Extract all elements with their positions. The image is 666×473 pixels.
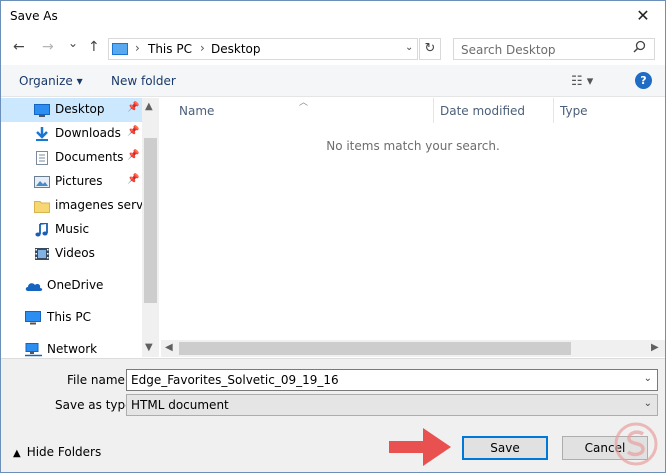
pin-icon: 📌 [127, 174, 140, 185]
scroll-down-icon[interactable]: ▼ [145, 342, 153, 353]
sidebar-item-label: OneDrive [47, 278, 104, 292]
network-icon [25, 343, 42, 357]
pin-icon: 📌 [127, 102, 140, 113]
scrollbar-thumb[interactable] [179, 342, 571, 355]
save-as-type-label: Save as type: [55, 398, 137, 412]
search-input[interactable]: Search Desktop [453, 38, 655, 60]
title-bar: Save As ✕ [1, 1, 665, 32]
hide-folders-button[interactable]: ▲ Hide Folders [13, 445, 101, 459]
window-title: Save As [10, 9, 58, 23]
sidebar-item-documents[interactable]: Documents 📌 [1, 146, 142, 170]
address-dropdown-icon[interactable]: ⌄ [405, 42, 413, 53]
file-name-label: File name: [67, 373, 129, 387]
address-bar[interactable]: › This PC › Desktop ⌄ [108, 38, 418, 60]
new-folder-button[interactable]: New folder [111, 74, 176, 88]
organize-button[interactable]: Organize ▾ [19, 74, 83, 88]
breadcrumb-desktop[interactable]: Desktop [211, 42, 261, 56]
breadcrumb-separator-icon: › [200, 41, 205, 55]
desktop-icon [34, 103, 50, 117]
save-as-type-value: HTML document [131, 398, 229, 412]
file-list-scrollbar[interactable]: ◀ ▶ [161, 340, 665, 357]
watermark-logo [614, 422, 658, 466]
refresh-icon: ↻ [424, 41, 436, 56]
sidebar-scrollbar[interactable]: ▲ ▼ [142, 98, 159, 357]
this-pc-icon [25, 311, 41, 325]
sidebar-item-label: Network [47, 342, 98, 356]
file-name-field[interactable]: Edge_Favorites_Solvetic_09_19_16 ⌄ [126, 369, 658, 391]
pictures-icon [34, 175, 50, 189]
column-header-label: Date modified [440, 104, 526, 118]
documents-icon [34, 151, 50, 165]
sidebar-item-pictures[interactable]: Pictures 📌 [1, 170, 142, 194]
column-header-label: Name [179, 104, 215, 118]
videos-icon [34, 247, 50, 261]
pin-icon: 📌 [127, 126, 140, 137]
sidebar-item-label: Pictures [55, 174, 103, 188]
recent-locations-chevron-icon[interactable]: ⌄ [68, 36, 78, 50]
sidebar-item-label: Videos [55, 246, 95, 260]
save-button[interactable]: Save [462, 436, 548, 460]
command-bar: Organize ▾ New folder ☷ ▾ ? [1, 65, 665, 97]
sidebar-item-label: This PC [47, 310, 91, 324]
search-placeholder: Search Desktop [461, 43, 556, 57]
save-options-panel: File name: Edge_Favorites_Solvetic_09_19… [1, 358, 665, 472]
sidebar-item-label: Downloads [55, 126, 121, 140]
sidebar-item-onedrive[interactable]: OneDrive [1, 274, 142, 298]
chevron-down-icon[interactable]: ⌄ [644, 373, 652, 384]
file-list: ︿ Name Date modified Type No items match… [161, 98, 665, 357]
column-header-label: Type [560, 104, 588, 118]
pin-icon: 📌 [127, 150, 140, 161]
hide-folders-label: Hide Folders [26, 445, 102, 459]
sidebar-item-music[interactable]: Music [1, 218, 142, 242]
column-header-type[interactable]: Type [554, 98, 654, 123]
file-name-value: Edge_Favorites_Solvetic_09_19_16 [131, 373, 339, 387]
scrollbar-thumb[interactable] [144, 138, 157, 303]
breadcrumb-this-pc[interactable]: This PC [148, 42, 192, 56]
sidebar-item-label: Desktop [55, 102, 105, 116]
empty-state-message: No items match your search. [326, 139, 500, 153]
sidebar-item-downloads[interactable]: Downloads 📌 [1, 122, 142, 146]
chevron-down-icon: ⌄ [643, 398, 652, 409]
change-view-icon[interactable]: ☷ ▾ [571, 74, 593, 89]
column-header-name[interactable]: Name [161, 98, 433, 123]
onedrive-icon [25, 279, 43, 293]
sidebar-item-videos[interactable]: Videos [1, 242, 142, 266]
back-arrow-icon[interactable]: ← [13, 39, 25, 55]
music-icon [34, 221, 50, 237]
search-icon [633, 40, 646, 57]
up-arrow-icon[interactable]: ↑ [88, 39, 100, 55]
sidebar-item-this-pc[interactable]: This PC [1, 306, 142, 330]
scroll-up-icon[interactable]: ▲ [145, 101, 153, 112]
scroll-right-icon[interactable]: ▶ [651, 342, 659, 353]
save-as-dialog: Save As ✕ ← → ⌄ ↑ › This PC › Desktop ⌄ … [0, 0, 666, 473]
this-pc-icon [112, 43, 128, 55]
close-icon[interactable]: ✕ [633, 6, 653, 25]
navigation-pane: Desktop 📌 Downloads 📌 Documents 📌 Pictur… [1, 98, 159, 357]
sidebar-item-label: Documents [55, 150, 124, 164]
column-header-date-modified[interactable]: Date modified [434, 98, 552, 123]
folder-icon [34, 199, 50, 213]
downloads-icon [34, 127, 50, 141]
refresh-button[interactable]: ↻ [419, 38, 441, 60]
help-icon[interactable]: ? [635, 72, 652, 89]
chevron-up-icon: ▲ [13, 448, 21, 459]
navigation-bar: ← → ⌄ ↑ › This PC › Desktop ⌄ ↻ Search D… [1, 32, 665, 65]
scroll-left-icon[interactable]: ◀ [165, 342, 173, 353]
save-as-type-select[interactable]: HTML document ⌄ [126, 394, 658, 416]
sidebar-item-label: Music [55, 222, 90, 236]
sidebar-item-imagenes-server[interactable]: imagenes server [1, 194, 155, 218]
forward-arrow-icon[interactable]: → [42, 39, 54, 55]
sidebar-item-label: imagenes server [55, 198, 156, 212]
breadcrumb-separator-icon: › [135, 41, 140, 55]
sidebar-item-desktop[interactable]: Desktop 📌 [1, 98, 142, 122]
pointer-arrow-annotation [389, 428, 451, 466]
